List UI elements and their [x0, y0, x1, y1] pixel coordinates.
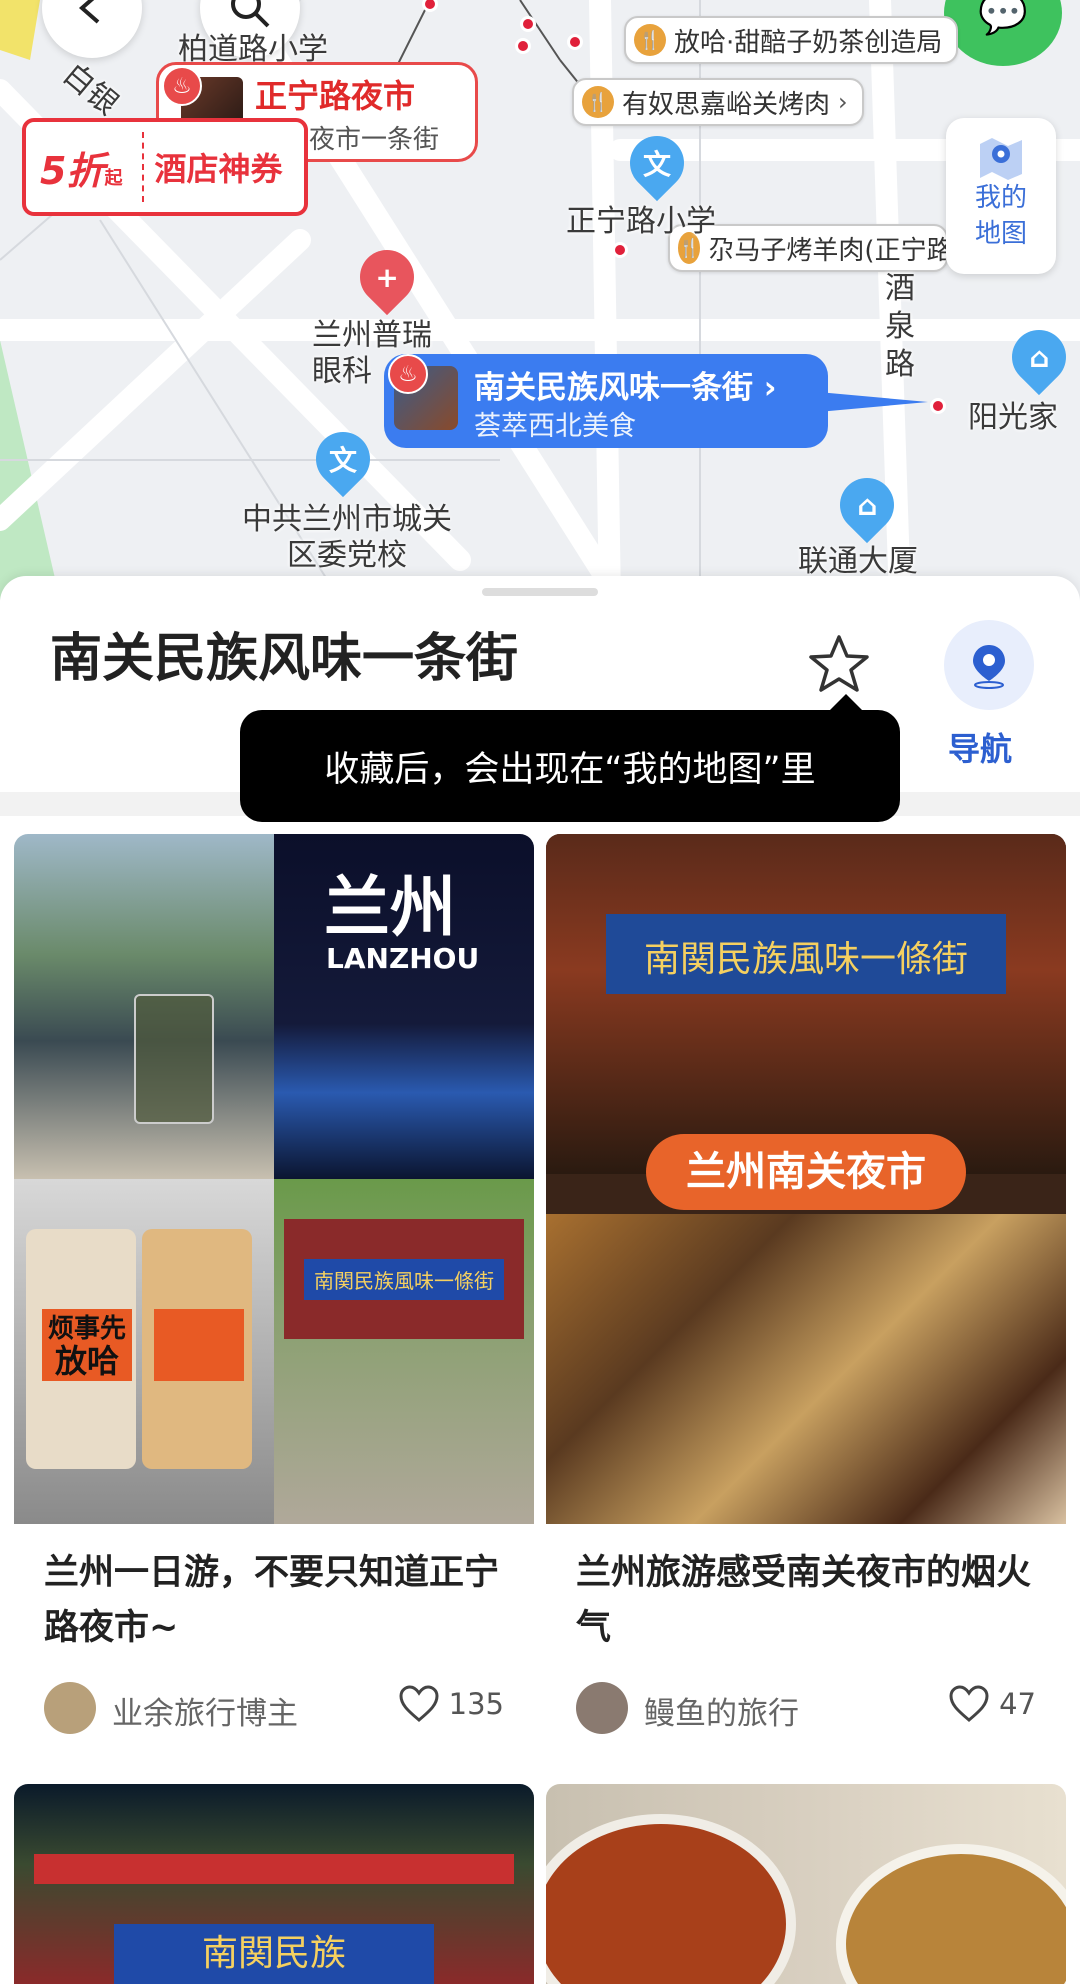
heart-icon	[399, 1685, 439, 1722]
map-pin-icon	[980, 138, 1022, 180]
food-icon: 🍴	[582, 86, 614, 118]
wechat-icon: 💬	[978, 0, 1028, 37]
like-button[interactable]: 135	[397, 1684, 504, 1724]
img-text-lanzhou-en: LANZHOU	[326, 942, 480, 975]
note-title[interactable]: 兰州一日游，不要只知道正宁路夜市~	[14, 1524, 534, 1674]
avatar[interactable]	[44, 1682, 96, 1734]
poi-milk-tea[interactable]: 🍴 放哈·甜醅子奶茶创造局	[624, 16, 959, 64]
collage-tea	[14, 834, 274, 1179]
note-meta: 业余旅行博主 135	[14, 1674, 534, 1746]
fire-icon: ♨	[162, 66, 202, 106]
note-title[interactable]: 兰州旅游感受南关夜市的烟火气	[546, 1524, 1066, 1674]
search-icon	[231, 0, 270, 28]
heart-icon	[949, 1685, 989, 1722]
note-card[interactable]: 南関民族	[14, 1784, 534, 1984]
fire-icon: ♨	[388, 354, 428, 394]
selected-poi-sub: 荟萃西北美食	[474, 411, 636, 442]
note-card[interactable]	[546, 1784, 1066, 1984]
selected-poi-title: 南关民族风味一条街 ›	[474, 370, 777, 406]
map-view[interactable]: 💬 柏道路小学 白银 🍴 放哈·甜醅子奶茶创造局 🍴 有奴思嘉峪关烤肉 › 🍴 …	[0, 0, 1080, 600]
img-text-gate-sign: 南関民族風味一條街	[643, 939, 968, 980]
note-card[interactable]: 兰州 LANZHOU 烦事先 放哈 南関民族風味一條街 兰州一日游，不要只知道正宁…	[14, 834, 534, 1746]
note-cover-image: 南関民族風味一條街 兰州南关夜市	[546, 834, 1066, 1524]
author-name[interactable]: 鳗鱼的旅行	[644, 1688, 799, 1733]
collage-lanzhou-night: 兰州 LANZHOU	[274, 834, 534, 1179]
poi-label: 尕马子烤羊肉(正宁路)	[708, 235, 948, 266]
chevron-right-icon: ›	[838, 88, 848, 116]
collage-food	[546, 1214, 1066, 1524]
map-label-unicom: 联通大厦	[798, 544, 918, 579]
poi-bbq[interactable]: 🍴 有奴思嘉峪关烤肉 ›	[572, 78, 864, 126]
img-text-gate-sign: 南関民族	[114, 1924, 434, 1984]
author-name[interactable]: 业余旅行博主	[112, 1688, 298, 1733]
favorite-tooltip: 收藏后，会出现在“我的地图”里	[240, 694, 900, 822]
coupon-discount: 5折起	[40, 148, 123, 193]
navigation-icon	[973, 645, 1005, 689]
selected-poi-callout[interactable]: 南关民族风味一条街 › 荟萃西北美食	[384, 354, 928, 448]
poi-title: 南关民族风味一条街	[50, 629, 519, 689]
collage-milk-tea: 烦事先 放哈	[14, 1179, 274, 1524]
img-text-brand: 烦事先 放哈	[42, 1309, 132, 1381]
callout-pointer	[818, 392, 928, 412]
night-market-sub: 夜市一条街	[309, 125, 440, 155]
like-button[interactable]: 47	[947, 1684, 1036, 1724]
img-text-gate-sign: 南関民族風味一條街	[304, 1259, 504, 1300]
back-icon	[78, 0, 100, 24]
map-dot[interactable]	[520, 16, 536, 32]
food-icon: 🍴	[634, 24, 666, 56]
map-label-road: 酒泉路	[885, 271, 915, 382]
favorite-star-icon[interactable]	[806, 632, 872, 698]
map-dot[interactable]	[567, 34, 583, 50]
drag-handle[interactable]	[482, 588, 598, 596]
poi-bottom-sheet[interactable]: 南关民族风味一条街 导航 收藏后，会出现在“我的地图”里 兰州 LANZHOU	[0, 576, 1080, 1984]
note-cover-image: 兰州 LANZHOU 烦事先 放哈 南関民族風味一條街	[14, 834, 534, 1524]
hotel-coupon-badge[interactable]: 5折起 酒店神券	[22, 118, 308, 216]
map-dot[interactable]	[930, 398, 946, 414]
img-text-lanzhou: 兰州	[324, 868, 456, 946]
map-dot[interactable]	[515, 38, 531, 54]
night-market-title: 正宁路夜市	[255, 77, 416, 115]
poi-label: 有奴思嘉峪关烤肉	[622, 89, 831, 120]
like-count: 47	[999, 1687, 1036, 1721]
note-cover-image: 南関民族	[14, 1784, 534, 1984]
navigate-label[interactable]: 导航	[948, 724, 1012, 770]
collage-gate: 南関民族風味一條街	[274, 1179, 534, 1524]
map-dot[interactable]	[612, 242, 628, 258]
poi-label: 放哈·甜醅子奶茶创造局	[674, 27, 943, 58]
note-cover-image	[546, 1784, 1066, 1984]
coupon-divider	[142, 132, 145, 202]
note-meta: 鳗鱼的旅行 47	[546, 1674, 1066, 1746]
navigate-button[interactable]	[944, 620, 1034, 710]
my-map-button[interactable]: 我的地图	[946, 118, 1056, 274]
coupon-text: 酒店神券	[154, 150, 283, 188]
like-count: 135	[448, 1687, 504, 1721]
avatar[interactable]	[576, 1682, 628, 1734]
map-label-school-mid: 正宁路小学	[566, 204, 716, 239]
my-map-label: 我的地图	[974, 183, 1027, 249]
map-label-sunshine: 阳光家	[968, 400, 1058, 435]
collage-gate-night: 南関民族風味一條街	[546, 834, 1066, 1174]
img-text-night-market: 兰州南关夜市	[646, 1134, 966, 1210]
map-label-gov: 中共兰州市城关区委党校	[242, 502, 452, 573]
note-card[interactable]: 南関民族風味一條街 兰州南关夜市 兰州旅游感受南关夜市的烟火气 鳗鱼的旅行 47	[546, 834, 1066, 1746]
